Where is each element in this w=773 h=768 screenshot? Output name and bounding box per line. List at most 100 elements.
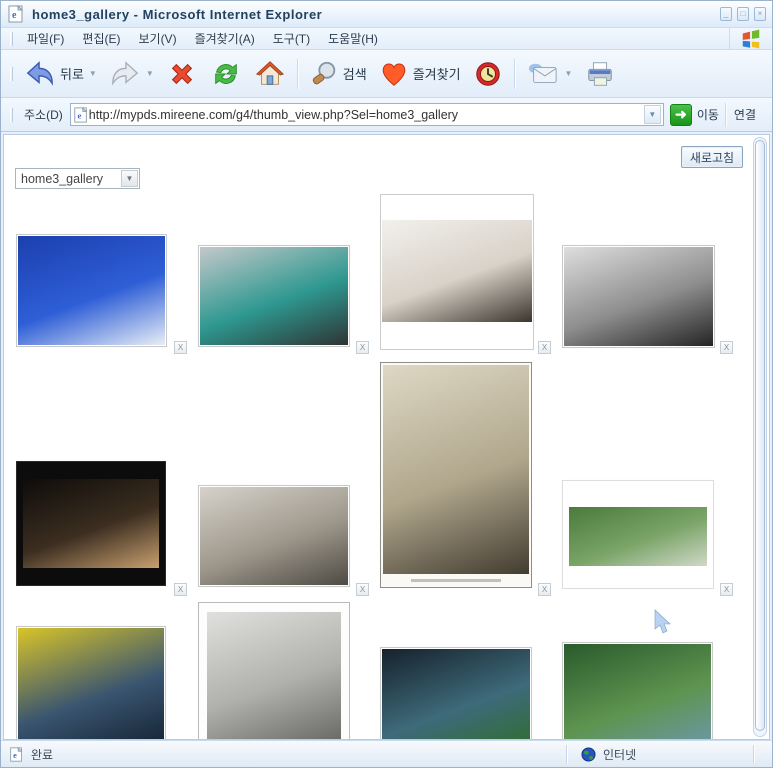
gallery-cell: X: [5, 190, 187, 354]
status-separator: [566, 745, 567, 763]
stop-icon: [166, 59, 198, 89]
thumbnail-sleeping-girl-white[interactable]: [380, 194, 534, 350]
search-button[interactable]: 검색: [303, 55, 373, 93]
menu-file[interactable]: 파일(F): [18, 27, 73, 50]
thumbnail-yellow-balloons-building[interactable]: [16, 626, 166, 740]
gallery-cell: X: [369, 354, 551, 596]
mail-icon: [526, 59, 560, 89]
delete-thumbnail-button[interactable]: X: [538, 341, 551, 354]
go-arrow-icon: ➜: [670, 104, 692, 126]
thumbnail-bw-dirt-road-turbine[interactable]: [198, 602, 350, 740]
address-grip[interactable]: [10, 108, 13, 122]
refresh-icon: [210, 59, 242, 89]
svg-text:e: e: [13, 750, 17, 759]
status-separator: [753, 745, 754, 763]
toolbar: 뒤로 ▼ ▼: [1, 50, 772, 98]
address-input[interactable]: e http://mypds.mireene.com/g4/thumb_view…: [70, 103, 664, 126]
delete-thumbnail-button[interactable]: X: [356, 341, 369, 354]
photo-sleeping-girl-white: [382, 220, 532, 322]
photo-yellow-balloons-building: [18, 628, 164, 740]
gallery-cell: X: [369, 190, 551, 354]
close-button[interactable]: ×: [754, 7, 766, 21]
menu-grip[interactable]: [10, 32, 13, 46]
favorites-label: 즐겨찾기: [413, 64, 461, 83]
forward-button[interactable]: ▼: [103, 55, 160, 93]
address-label: 주소(D): [24, 106, 63, 123]
page-content: 새로고침 home3_gallery ▼ XXXXXXXXXXXX: [3, 134, 770, 740]
menu-help[interactable]: 도움말(H): [319, 27, 387, 50]
title-bar[interactable]: e home3_gallery - Microsoft Internet Exp…: [1, 1, 772, 28]
photo-girl-teal-sweater: [200, 247, 348, 345]
svg-text:e: e: [12, 10, 17, 21]
links-bar[interactable]: 연결: [725, 103, 768, 127]
gallery-cell: X: [369, 596, 551, 740]
toolbar-grip[interactable]: [10, 67, 13, 81]
thumbnail-two-girls-blue-boat[interactable]: [562, 642, 713, 740]
ie-page-icon: e: [7, 5, 25, 23]
menu-tools[interactable]: 도구(T): [264, 27, 319, 50]
delete-thumbnail-button[interactable]: X: [538, 583, 551, 596]
menu-favorites[interactable]: 즐겨찾기(A): [186, 27, 264, 50]
favorites-button[interactable]: 즐겨찾기: [373, 55, 467, 93]
go-button[interactable]: ➜ 이동: [670, 104, 719, 126]
gallery-row: XXXX: [5, 596, 751, 740]
home-button[interactable]: [248, 55, 292, 93]
photo-person-floor-dark: [23, 479, 159, 568]
gallery-select[interactable]: home3_gallery ▼: [15, 168, 140, 189]
scrollbar-thumb[interactable]: [755, 140, 765, 731]
delete-thumbnail-button[interactable]: X: [720, 341, 733, 354]
thumbnail-bw-street-market[interactable]: [562, 245, 715, 348]
history-button[interactable]: [467, 55, 509, 93]
toolbar-separator: [514, 59, 515, 89]
vertical-scrollbar[interactable]: [753, 137, 767, 737]
ie-page-icon: e: [9, 747, 24, 762]
back-label: 뒤로: [60, 64, 84, 83]
print-button[interactable]: [578, 55, 622, 93]
mail-button[interactable]: ▼: [520, 55, 579, 93]
thumbnail-girl-teal-sweater[interactable]: [198, 245, 350, 347]
photo-sepia-girl-with-dog: [200, 487, 348, 585]
photo-bw-dirt-road-turbine: [207, 612, 341, 740]
photo-sepia-boardwalk-woman: [383, 365, 529, 574]
forward-dropdown-caret[interactable]: ▼: [146, 69, 154, 78]
browser-window: e home3_gallery - Microsoft Internet Exp…: [0, 0, 773, 768]
photo-two-girls-blue-boat: [564, 644, 711, 740]
thumbnail-stepping-stones-water[interactable]: [562, 480, 714, 589]
search-icon: [309, 59, 339, 89]
delete-thumbnail-button[interactable]: X: [356, 583, 369, 596]
back-button[interactable]: 뒤로 ▼: [18, 55, 103, 93]
thumbnail-person-floor-dark[interactable]: [16, 461, 166, 586]
photo-bw-street-market: [564, 247, 713, 346]
delete-thumbnail-button[interactable]: X: [174, 341, 187, 354]
thumbnail-sepia-boardwalk-woman[interactable]: [380, 362, 532, 588]
thumbnail-daisies-blue-sky[interactable]: [16, 234, 167, 347]
mail-dropdown-caret[interactable]: ▼: [565, 69, 573, 78]
menu-bar: 파일(F) 편집(E) 보기(V) 즐겨찾기(A) 도구(T) 도움말(H): [1, 28, 772, 50]
minimize-button[interactable]: _: [720, 7, 732, 21]
stop-button[interactable]: [160, 55, 204, 93]
menu-edit[interactable]: 편집(E): [73, 27, 129, 50]
thumbnail-sepia-girl-with-dog[interactable]: [198, 485, 350, 587]
gallery-cell: X: [187, 596, 369, 740]
refresh-button[interactable]: [204, 55, 248, 93]
back-dropdown-caret[interactable]: ▼: [89, 69, 97, 78]
address-dropdown-button[interactable]: ▼: [644, 105, 661, 124]
menu-view[interactable]: 보기(V): [129, 27, 185, 50]
gallery-row: XXXX: [5, 354, 751, 596]
address-bar: 주소(D) e http://mypds.mireene.com/g4/thum…: [1, 98, 772, 132]
print-icon: [584, 59, 616, 89]
page-refresh-button[interactable]: 새로고침: [681, 146, 743, 168]
delete-thumbnail-button[interactable]: X: [174, 583, 187, 596]
select-dropdown-icon[interactable]: ▼: [121, 170, 138, 187]
address-url[interactable]: http://mypds.mireene.com/g4/thumb_view.p…: [89, 108, 644, 122]
gallery-cell: X: [5, 354, 187, 596]
gallery-row: XXXX: [5, 190, 751, 354]
gallery-cell: X: [551, 596, 733, 740]
thumbnail-girl-grass-storm-sky[interactable]: [380, 647, 532, 740]
toolbar-separator: [297, 59, 298, 89]
photo-stepping-stones-water: [569, 507, 707, 566]
maximize-button[interactable]: □: [737, 7, 749, 21]
gallery-cell: X: [5, 596, 187, 740]
delete-thumbnail-button[interactable]: X: [720, 583, 733, 596]
gallery-cell: X: [551, 190, 733, 354]
